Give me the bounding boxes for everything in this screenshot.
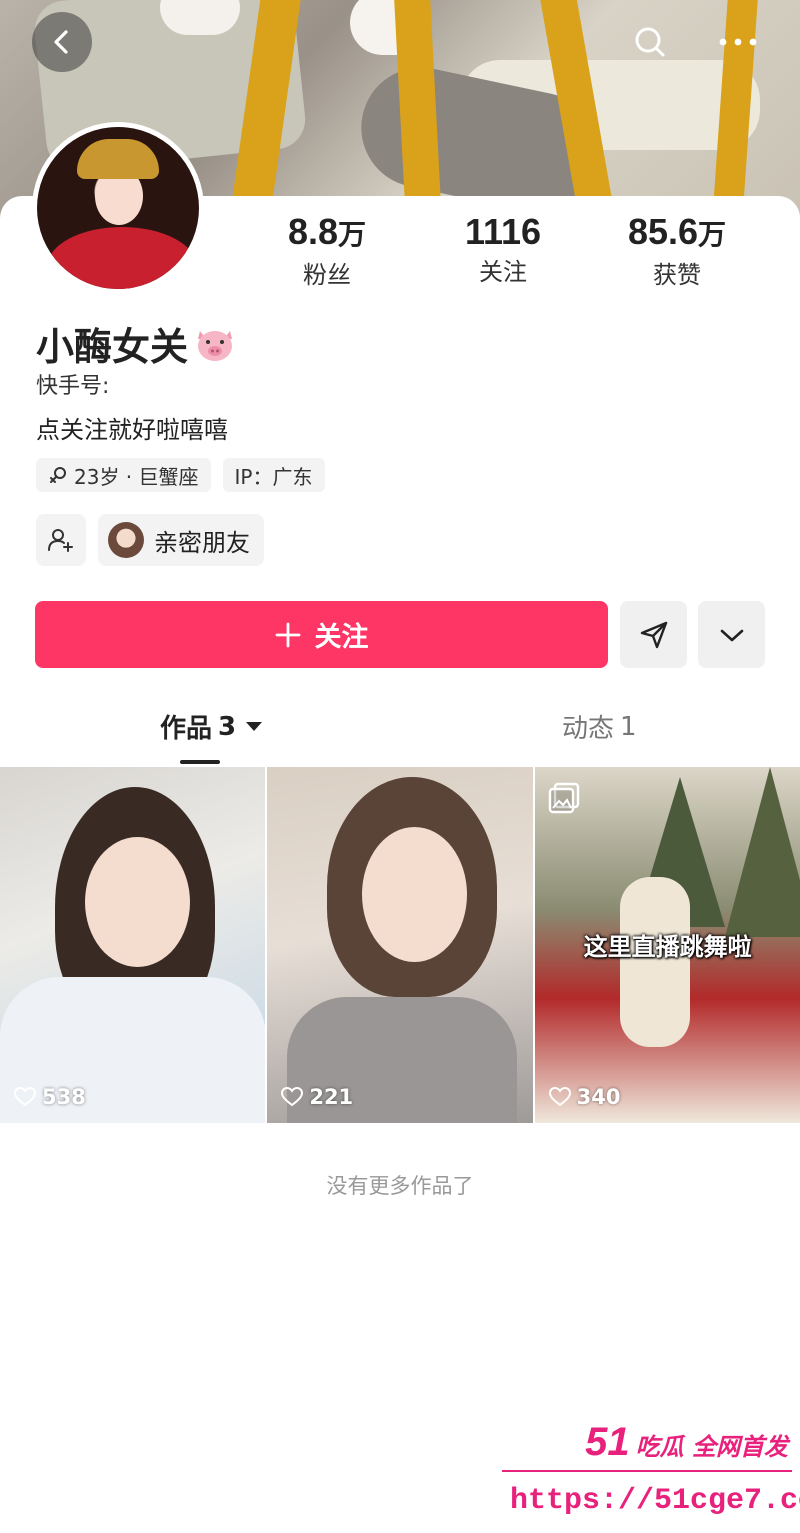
- like-count: 538: [14, 1085, 86, 1109]
- heart-icon: [548, 1087, 571, 1107]
- thumb-face: [362, 827, 468, 962]
- like-count-text: 221: [309, 1085, 354, 1109]
- stat-likes[interactable]: 85.6万 获赞: [592, 212, 762, 290]
- stat-likes-label: 获赞: [653, 261, 701, 289]
- stat-following-number: 1116: [464, 211, 542, 252]
- thumbnail-caption: 这里直播跳舞啦: [583, 933, 752, 961]
- send-message-button[interactable]: [620, 601, 687, 668]
- tab-works-label: 作品: [160, 714, 213, 744]
- tab-works[interactable]: 作品 3: [160, 708, 263, 745]
- avatar-image: [37, 127, 199, 289]
- friends-row: 亲密朋友: [36, 514, 264, 566]
- like-count: 340: [548, 1085, 621, 1109]
- search-icon: [635, 27, 665, 57]
- stat-likes-value: 85.6万: [592, 212, 762, 255]
- kuaishou-id: 快手号:: [36, 374, 110, 399]
- follow-button[interactable]: 关注: [35, 601, 608, 668]
- more-button[interactable]: [708, 12, 768, 72]
- search-button[interactable]: [620, 12, 680, 72]
- stat-following-value: 1116: [418, 212, 588, 252]
- avatar-crown: [77, 139, 159, 179]
- close-friends-button[interactable]: 亲密朋友: [98, 514, 264, 566]
- works-grid: 538 221 这里直播跳舞啦 340: [0, 767, 800, 1123]
- tab-moments[interactable]: 动态 1: [562, 708, 637, 745]
- image-gallery-icon: [547, 781, 581, 819]
- stat-fans-label: 粉丝: [303, 261, 351, 289]
- stat-fans-unit: 万: [338, 219, 367, 250]
- tab-moments-label: 动态: [562, 714, 615, 744]
- watermark-url: https://51cge7.com: [510, 1484, 800, 1518]
- stat-likes-number: 85.6: [627, 211, 699, 252]
- thumb-tree: [724, 767, 800, 937]
- plus-icon: [275, 622, 300, 647]
- thumb-face: [85, 837, 190, 967]
- watermark-brand-number: 51: [585, 1420, 630, 1464]
- watermark-divider: [502, 1470, 792, 1472]
- thumb-figure: [619, 877, 690, 1047]
- heart-icon: [281, 1087, 304, 1107]
- cover-cat-paw: [160, 0, 240, 35]
- avatar-robe: [47, 227, 197, 289]
- stat-following[interactable]: 1116 关注: [418, 212, 588, 287]
- stat-fans[interactable]: 8.8万 粉丝: [242, 212, 412, 290]
- female-symbol-icon: [50, 467, 66, 483]
- tab-moments-count: 1: [620, 711, 637, 742]
- chevron-left-icon: [54, 30, 68, 54]
- stat-fans-number: 8.8: [287, 211, 339, 252]
- age-zodiac-text: 23岁 · 巨蟹座: [74, 464, 199, 489]
- no-more-works-note: 没有更多作品了: [326, 1174, 474, 1198]
- content-tabs: 作品 3 动态 1: [0, 708, 800, 766]
- work-thumbnail[interactable]: 221: [267, 767, 533, 1123]
- profile-name-text: 小酶女关: [36, 325, 189, 369]
- stat-following-label: 关注: [479, 258, 527, 286]
- stat-fans-value: 8.8万: [242, 212, 412, 255]
- close-friends-label: 亲密朋友: [154, 528, 250, 557]
- friend-avatar: [108, 522, 144, 558]
- caret-down-icon: [246, 722, 263, 731]
- expand-recommend-button[interactable]: [698, 601, 765, 668]
- back-button[interactable]: [32, 12, 92, 72]
- tab-active-indicator: [180, 760, 220, 764]
- profile-name: 小酶女关: [36, 316, 236, 371]
- age-zodiac-tag: 23岁 · 巨蟹座: [36, 458, 211, 492]
- send-icon: [640, 621, 667, 648]
- work-thumbnail[interactable]: 这里直播跳舞啦 340: [534, 767, 800, 1123]
- chevron-down-icon: [720, 629, 743, 641]
- like-count-text: 340: [576, 1085, 621, 1109]
- tab-works-count: 3: [218, 711, 237, 742]
- add-friend-button[interactable]: [36, 514, 86, 566]
- follow-label: 关注: [314, 622, 369, 653]
- watermark: 51 吃瓜 全网首发 https://51cge7.com: [496, 1420, 800, 1530]
- add-user-icon: [48, 529, 73, 552]
- watermark-slogan: 吃瓜 全网首发: [635, 1433, 788, 1461]
- stat-likes-unit: 万: [698, 219, 727, 250]
- work-thumbnail[interactable]: 538: [0, 767, 266, 1123]
- ip-location-tag: IP：广东: [222, 458, 325, 492]
- profile-bio: 点关注就好啦嘻嘻: [36, 416, 228, 444]
- ip-location-text: IP：广东: [234, 464, 313, 489]
- watermark-brand: 51 吃瓜 全网首发: [585, 1420, 788, 1465]
- heart-icon: [14, 1087, 36, 1107]
- pig-face-icon: [194, 325, 236, 363]
- like-count-text: 538: [42, 1085, 86, 1109]
- like-count: 221: [281, 1085, 353, 1109]
- more-dots-icon: [719, 38, 757, 46]
- profile-tags: 23岁 · 巨蟹座 IP：广东: [36, 458, 325, 492]
- avatar[interactable]: [32, 122, 204, 294]
